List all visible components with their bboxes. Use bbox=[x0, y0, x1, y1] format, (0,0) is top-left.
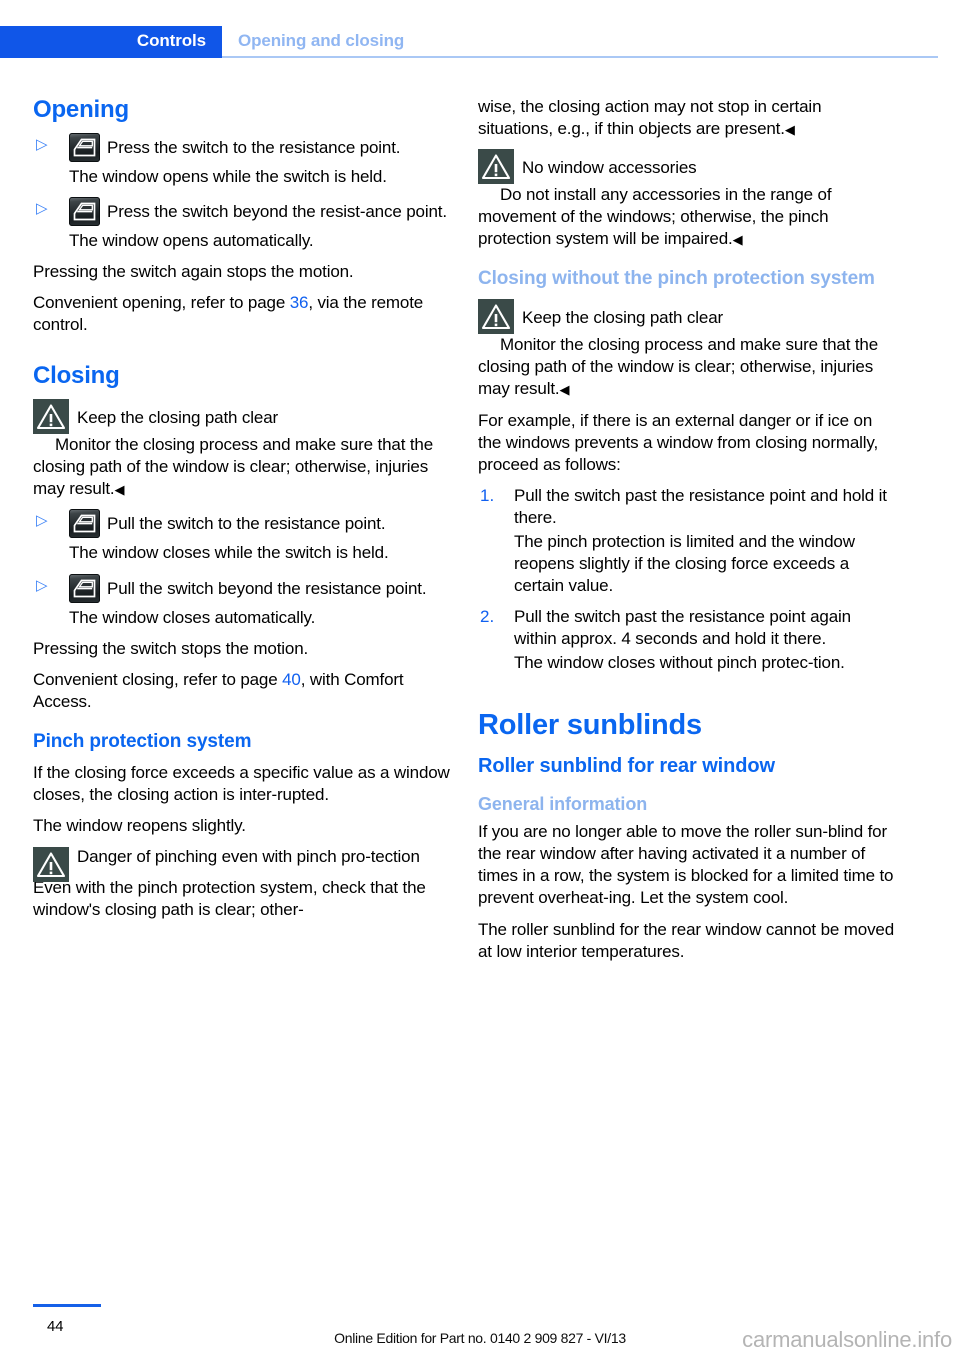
para-convenient-closing-pre: Convenient closing, refer to page bbox=[33, 669, 283, 689]
para-continued-from-left: wise, the closing action may not stop in… bbox=[478, 97, 822, 139]
step-press-beyond-resistance-result: The window opens automatically. bbox=[69, 230, 314, 250]
step-press-beyond-resistance-text: Press the switch beyond the resist-ance … bbox=[69, 196, 447, 226]
end-marker-icon: ◀ bbox=[784, 122, 795, 138]
step-pull-to-resistance-result: The window closes while the switch is he… bbox=[69, 543, 389, 563]
numbered-step-2-marker: 2. bbox=[480, 607, 495, 627]
heading-pinch-protection-system: Pinch protection system bbox=[33, 730, 252, 752]
heading-general-information: General information bbox=[478, 794, 648, 815]
para-pinch-protection-description: If the closing force exceeds a specific … bbox=[33, 762, 450, 804]
warning-triangle-icon bbox=[33, 399, 69, 435]
warning-no-window-accessories-title: No window accessories bbox=[522, 158, 697, 178]
watermark-text: carmanualsonline.info bbox=[742, 1327, 952, 1352]
step-pull-beyond-resistance-label: Pull the switch beyond the resistance po… bbox=[107, 578, 427, 598]
step-press-to-resistance-label: Press the switch to the resistance point… bbox=[107, 137, 401, 157]
step-pull-to-resistance-label: Pull the switch to the resistance point. bbox=[107, 514, 386, 534]
window-switch-icon bbox=[69, 573, 100, 603]
window-switch-icon bbox=[69, 509, 100, 539]
page-reference-36[interactable]: 36 bbox=[290, 293, 309, 312]
para-window-reopens-slightly: The window reopens slightly. bbox=[33, 815, 246, 835]
step-pull-beyond-resistance-result: The window closes automatically. bbox=[69, 607, 316, 627]
footer-divider bbox=[33, 1304, 101, 1307]
warning-keep-closing-path-clear: Keep the closing path clear Monitor the … bbox=[33, 399, 453, 500]
para-pressing-stops-motion: Pressing the switch again stops the moti… bbox=[33, 262, 354, 282]
heading-closing: Closing bbox=[33, 362, 120, 390]
warning-triangle-icon bbox=[478, 299, 514, 335]
para-switch-stops-motion: Pressing the switch stops the motion. bbox=[33, 638, 309, 658]
numbered-step-1-result: The pinch protection is limited and the … bbox=[514, 532, 855, 596]
page-reference-40[interactable]: 40 bbox=[282, 670, 301, 689]
header-divider bbox=[222, 56, 938, 58]
step-pull-beyond-resistance: ▷ Pull the switch beyond the resistance … bbox=[33, 573, 453, 603]
step-press-to-resistance: ▷ Press the switch to the resistance poi… bbox=[33, 132, 453, 162]
step-press-to-resistance-result: The window opens while the switch is hel… bbox=[69, 166, 387, 186]
warning-keep-closing-path-clear-head: Keep the closing path clear bbox=[33, 399, 453, 435]
bullet-marker-icon: ▷ bbox=[36, 199, 48, 217]
warning-keep-closing-path-clear-body: Monitor the closing process and make sur… bbox=[33, 435, 434, 499]
end-marker-icon: ◀ bbox=[559, 382, 570, 398]
running-header: Controls Opening and closing bbox=[0, 26, 960, 58]
para-even-with-pinch-protection: Even with the pinch protection system, c… bbox=[33, 878, 426, 920]
warning-keep-closing-path-clear-2-head: Keep the closing path clear bbox=[478, 299, 898, 335]
step-press-beyond-resistance: ▷ Press the switch beyond the resist-anc… bbox=[33, 196, 453, 226]
window-switch-icon bbox=[69, 196, 100, 226]
step-pull-to-resistance: ▷ Pull the switch to the resistance poin… bbox=[33, 509, 453, 539]
step-press-to-resistance-text: Press the switch to the resistance point… bbox=[69, 132, 401, 162]
end-marker-icon: ◀ bbox=[732, 232, 743, 248]
bullet-marker-icon: ▷ bbox=[36, 512, 48, 530]
warning-danger-of-pinching-head: Danger of pinching even with pinch pro-t… bbox=[33, 846, 453, 882]
step-pull-beyond-resistance-text: Pull the switch beyond the resistance po… bbox=[69, 573, 427, 603]
bullet-marker-icon: ▷ bbox=[36, 576, 48, 594]
para-general-information-2: The roller sunblind for the rear window … bbox=[478, 919, 895, 961]
warning-no-window-accessories: No window accessories Do not install any… bbox=[478, 149, 898, 250]
warning-triangle-icon bbox=[33, 846, 69, 882]
header-section-label: Opening and closing bbox=[238, 31, 405, 50]
numbered-step-1: 1. Pull the switch past the resistance p… bbox=[478, 485, 898, 529]
numbered-step-2-text: Pull the switch past the resistance poin… bbox=[514, 607, 851, 649]
warning-triangle-icon bbox=[478, 149, 514, 185]
heading-roller-sunblinds: Roller sunblinds bbox=[478, 708, 702, 741]
warning-danger-of-pinching-title: Danger of pinching even with pinch pro-t… bbox=[77, 846, 420, 866]
warning-keep-closing-path-clear-title: Keep the closing path clear bbox=[77, 408, 279, 428]
warning-no-window-accessories-head: No window accessories bbox=[478, 149, 898, 185]
para-convenient-opening: Convenient opening, refer to page 36, vi… bbox=[33, 292, 453, 336]
right-column: wise, the closing action may not stop in… bbox=[478, 96, 898, 972]
heading-opening: Opening bbox=[33, 96, 129, 123]
numbered-step-2-result: The window closes without pinch protec-t… bbox=[514, 653, 845, 673]
step-press-beyond-resistance-label: Press the switch beyond the resist-ance … bbox=[107, 201, 447, 221]
warning-keep-closing-path-clear-2: Keep the closing path clear Monitor the … bbox=[478, 299, 898, 400]
numbered-step-1-marker: 1. bbox=[480, 485, 495, 505]
step-pull-to-resistance-text: Pull the switch to the resistance point. bbox=[69, 509, 386, 539]
heading-roller-sunblind-rear-window: Roller sunblind for rear window bbox=[478, 755, 775, 778]
numbered-step-2: 2. Pull the switch past the resistance p… bbox=[478, 606, 898, 650]
para-for-example: For example, if there is an external dan… bbox=[478, 410, 879, 474]
para-general-information-1: If you are no longer able to move the ro… bbox=[478, 822, 894, 908]
bullet-marker-icon: ▷ bbox=[36, 135, 48, 153]
heading-closing-without-pinch-protection: Closing without the pinch protection sys… bbox=[478, 268, 875, 290]
header-chapter-tab: Controls bbox=[0, 26, 222, 58]
left-column: Opening ▷ Press the switch to the resist… bbox=[33, 96, 453, 930]
warning-danger-of-pinching: Danger of pinching even with pinch pro-t… bbox=[33, 846, 453, 882]
end-marker-icon: ◀ bbox=[114, 482, 125, 498]
warning-keep-closing-path-clear-2-title: Keep the closing path clear bbox=[522, 308, 724, 328]
header-chapter-label: Controls bbox=[136, 31, 206, 50]
warning-keep-closing-path-clear-2-body: Monitor the closing process and make sur… bbox=[478, 335, 879, 399]
para-convenient-closing: Convenient closing, refer to page 40, wi… bbox=[33, 669, 453, 713]
para-convenient-opening-pre: Convenient opening, refer to page bbox=[33, 293, 290, 313]
window-switch-icon bbox=[69, 132, 100, 162]
warning-no-window-accessories-body: Do not install any accessories in the ra… bbox=[478, 185, 832, 249]
numbered-step-1-text: Pull the switch past the resistance poin… bbox=[514, 485, 887, 527]
